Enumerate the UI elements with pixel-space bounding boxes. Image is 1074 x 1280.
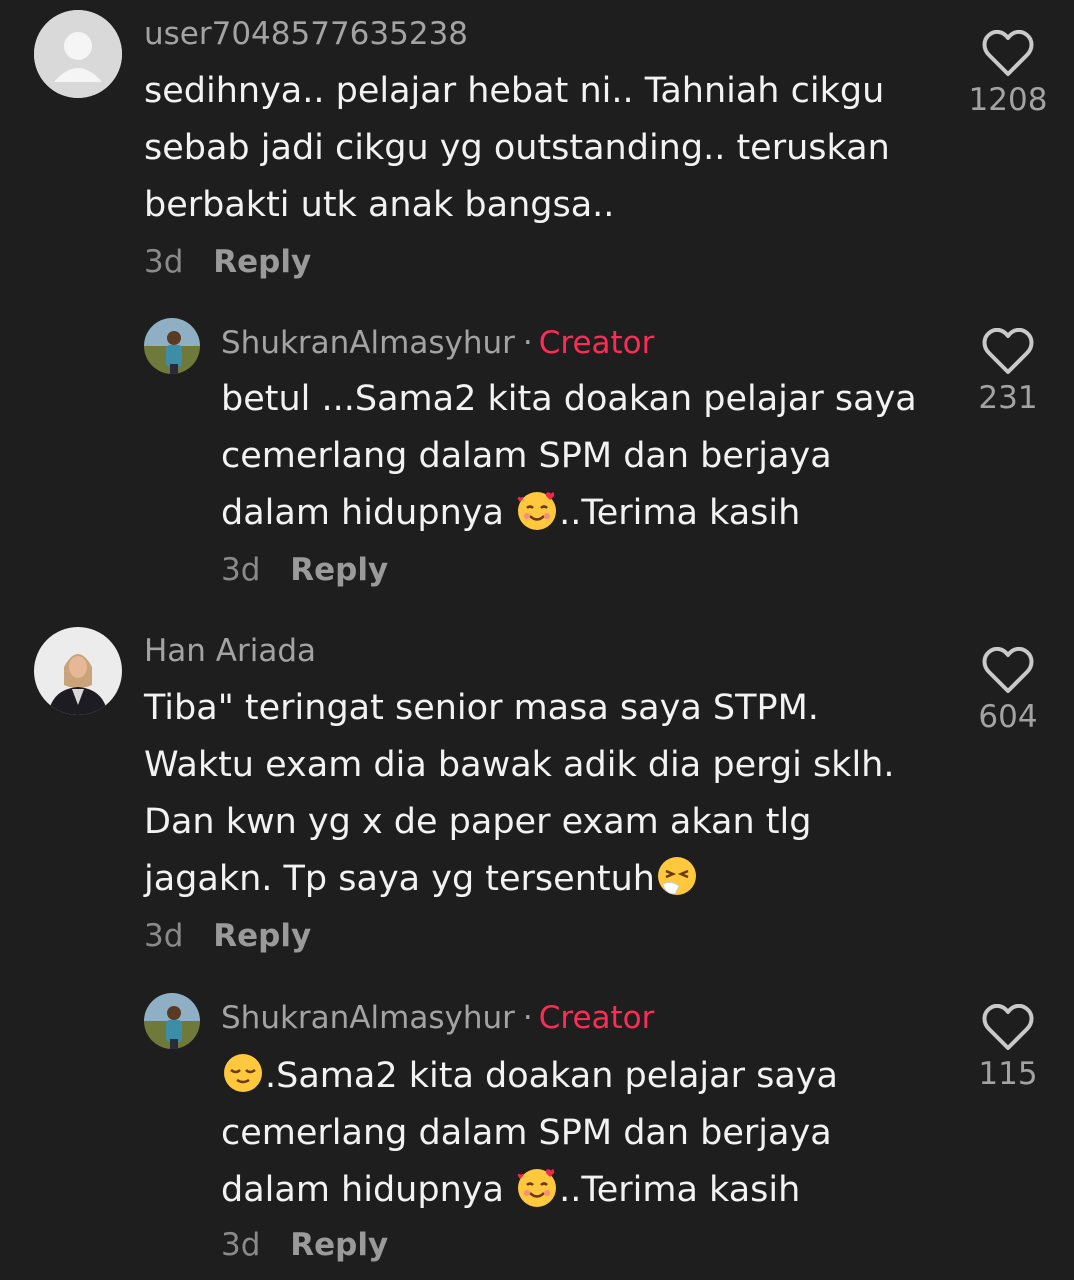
comment-text: betul ...Sama2 kita doakan pelajar saya … — [221, 371, 917, 542]
comment-meta: 3d Reply — [221, 552, 388, 588]
like-button[interactable]: 1208 — [958, 30, 1058, 118]
like-count: 604 — [978, 699, 1038, 735]
comment-line: jagakn. Tp saya yg tersentuh — [144, 851, 894, 908]
comment-line: Waktu exam dia bawak adik dia pergi sklh… — [144, 745, 895, 785]
creator-badge: Creator — [538, 325, 655, 361]
comment-line: cemerlang dalam SPM dan berjaya — [221, 1113, 832, 1153]
comment-text: sedihnya.. pelajar hebat ni.. Tahniah ci… — [144, 63, 890, 234]
user-photo-avatar[interactable] — [144, 993, 200, 1049]
comment-line: berbakti utk anak bangsa.. — [144, 185, 615, 225]
heart-icon — [982, 647, 1034, 693]
like-count: 231 — [978, 380, 1038, 416]
user-photo-avatar[interactable] — [144, 318, 200, 374]
comment-line: Tiba" teringat senior masa saya STPM. — [144, 688, 819, 728]
relieved-face-emoji — [224, 1054, 262, 1092]
comment-line-text: .Sama2 kita doakan pelajar saya — [265, 1056, 838, 1096]
heart-icon — [982, 328, 1034, 374]
comment-time: 3d — [144, 918, 184, 954]
default-avatar-icon[interactable] — [34, 10, 122, 98]
reply-button[interactable]: Reply — [290, 552, 388, 588]
comment-line: sebab jadi cikgu yg outstanding.. terusk… — [144, 128, 890, 168]
comment-username[interactable]: Han Ariada — [144, 633, 316, 669]
comment-username[interactable]: ShukranAlmasyhur — [221, 1000, 515, 1036]
separator-dot: · — [522, 325, 533, 361]
comment-line: dalam hidupnya ..Terima kasih — [221, 1162, 838, 1219]
comment-username[interactable]: ShukranAlmasyhur — [221, 325, 515, 361]
comment-line: sedihnya.. pelajar hebat ni.. Tahniah ci… — [144, 71, 885, 111]
heart-icon — [982, 1004, 1034, 1050]
comment-meta: 3d Reply — [144, 918, 311, 954]
smiling-face-with-hearts-emoji — [517, 1169, 557, 1207]
comments-screen: user7048577635238 sedihnya.. pelajar heb… — [0, 0, 1074, 1280]
smiling-face-with-hearts-emoji — [517, 492, 557, 530]
comment-line: cemerlang dalam SPM dan berjaya — [221, 436, 832, 476]
like-button[interactable]: 231 — [958, 328, 1058, 416]
reply-button[interactable]: Reply — [213, 918, 311, 954]
comment-time: 3d — [144, 244, 184, 280]
comment-username-row: ShukranAlmasyhur · Creator — [221, 1000, 654, 1036]
comment-line-suffix: ..Terima kasih — [559, 493, 801, 533]
like-button[interactable]: 604 — [958, 647, 1058, 735]
comment-line: Dan kwn yg x de paper exam akan tlg — [144, 802, 812, 842]
reply-button[interactable]: Reply — [213, 244, 311, 280]
creator-badge: Creator — [538, 1000, 655, 1036]
comment-time: 3d — [221, 1227, 261, 1263]
reply-button[interactable]: Reply — [290, 1227, 388, 1263]
sneezing-face-emoji — [657, 857, 696, 895]
comment-text: Tiba" teringat senior masa saya STPM. Wa… — [144, 680, 894, 908]
comment-text: .Sama2 kita doakan pelajar saya cemerlan… — [221, 1048, 838, 1219]
like-button[interactable]: 115 — [958, 1004, 1058, 1092]
comment-username[interactable]: user7048577635238 — [144, 16, 468, 52]
comment-line-prefix: dalam hidupnya — [221, 493, 516, 533]
comment-line-prefix: dalam hidupnya — [221, 1170, 516, 1210]
user-photo-avatar[interactable] — [34, 627, 122, 715]
comment-meta: 3d Reply — [221, 1227, 388, 1263]
comment-line: .Sama2 kita doakan pelajar saya — [221, 1048, 838, 1105]
comment-line: dalam hidupnya ..Terima kasih — [221, 485, 917, 542]
like-count: 115 — [978, 1056, 1038, 1092]
heart-icon — [982, 30, 1034, 76]
like-count: 1208 — [968, 82, 1048, 118]
comment-meta: 3d Reply — [144, 244, 311, 280]
separator-dot: · — [522, 1000, 533, 1036]
comment-line: betul ...Sama2 kita doakan pelajar saya — [221, 379, 917, 419]
comment-line-suffix: ..Terima kasih — [559, 1170, 801, 1210]
comment-line-text: jagakn. Tp saya yg tersentuh — [144, 859, 655, 899]
comment-username-row: ShukranAlmasyhur · Creator — [221, 325, 654, 361]
comment-time: 3d — [221, 552, 261, 588]
